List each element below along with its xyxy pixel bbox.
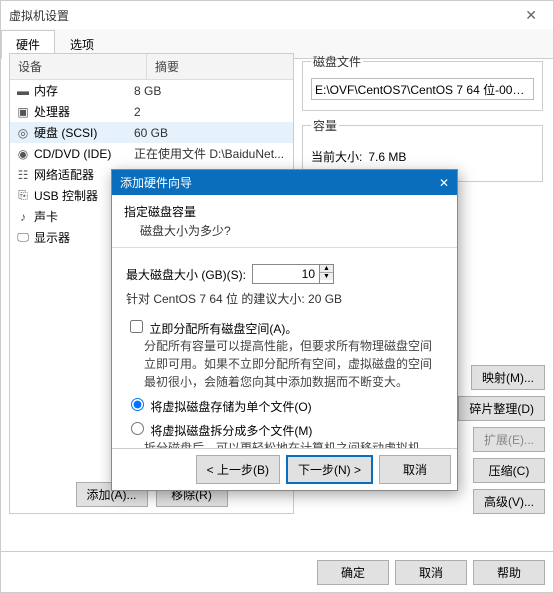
store-split-radio[interactable]: 将虚拟磁盘拆分成多个文件(M) bbox=[126, 424, 312, 438]
current-size-value: 7.6 MB bbox=[368, 150, 406, 164]
wizard-next-button[interactable]: 下一步(N) > bbox=[286, 455, 373, 484]
bottom-bar: 确定 取消 帮助 bbox=[1, 551, 553, 592]
store-split-input[interactable] bbox=[131, 422, 144, 435]
device-icon: ⎘ bbox=[16, 188, 30, 203]
wizard-question: 磁盘大小为多少? bbox=[124, 220, 445, 245]
wizard-title: 添加硬件向导 bbox=[120, 174, 192, 191]
store-single-radio[interactable]: 将虚拟磁盘存储为单个文件(O) bbox=[126, 400, 312, 414]
store-single-label: 将虚拟磁盘存储为单个文件(O) bbox=[150, 400, 311, 414]
group-disk-file-legend: 磁盘文件 bbox=[311, 53, 363, 70]
wizard-back-button[interactable]: < 上一步(B) bbox=[196, 455, 280, 484]
device-row[interactable]: ▬ 内存8 GB bbox=[10, 80, 293, 101]
max-size-label: 最大磁盘大小 (GB)(S): bbox=[126, 266, 246, 283]
max-size-input[interactable] bbox=[253, 265, 319, 283]
device-summary: 8 GB bbox=[134, 84, 287, 98]
device-summary: 60 GB bbox=[134, 126, 287, 140]
device-icon: ▣ bbox=[16, 105, 30, 119]
col-device: 设备 bbox=[10, 54, 147, 79]
device-icon: ▬ bbox=[16, 84, 30, 98]
device-row[interactable]: ◉ CD/DVD (IDE)正在使用文件 D:\BaiduNet... bbox=[10, 143, 293, 164]
add-hardware-wizard: 添加硬件向导 ✕ 指定磁盘容量 磁盘大小为多少? 最大磁盘大小 (GB)(S):… bbox=[111, 169, 458, 491]
device-icon: 🖵 bbox=[16, 230, 30, 245]
expand-button: 扩展(E)... bbox=[473, 427, 545, 452]
allocate-now-label: 立即分配所有磁盘空间(A)。 bbox=[149, 322, 297, 336]
map-button[interactable]: 映射(M)... bbox=[471, 365, 545, 390]
settings-window: 虚拟机设置 ✕ 硬件 选项 设备 摘要 ▬内存8 GB▣处理器2◎硬盘 (SCS… bbox=[0, 0, 554, 593]
device-row[interactable]: ◎ 硬盘 (SCSI)60 GB bbox=[10, 122, 293, 143]
spin-up-icon[interactable]: ▲ bbox=[320, 265, 333, 273]
window-title: 虚拟机设置 bbox=[9, 7, 69, 24]
group-capacity-legend: 容量 bbox=[311, 117, 339, 134]
max-size-spinner[interactable]: ▲ ▼ bbox=[252, 264, 334, 284]
device-name: 内存 bbox=[34, 82, 134, 99]
device-icon: ♪ bbox=[16, 210, 30, 224]
wizard-cancel-button[interactable]: 取消 bbox=[379, 455, 451, 484]
advanced-button[interactable]: 高级(V)... bbox=[473, 489, 545, 514]
device-name: 处理器 bbox=[34, 103, 134, 120]
store-single-input[interactable] bbox=[131, 398, 144, 411]
wizard-heading: 指定磁盘容量 bbox=[124, 203, 445, 220]
device-row[interactable]: ▣ 处理器2 bbox=[10, 101, 293, 122]
help-button[interactable]: 帮助 bbox=[473, 560, 545, 585]
wizard-close-icon[interactable]: ✕ bbox=[439, 176, 449, 190]
device-summary: 2 bbox=[134, 105, 287, 119]
recommended-size: 针对 CentOS 7 64 位 的建议大小: 20 GB bbox=[126, 290, 443, 307]
spin-down-icon[interactable]: ▼ bbox=[320, 273, 333, 280]
cancel-button[interactable]: 取消 bbox=[395, 560, 467, 585]
device-name: 硬盘 (SCSI) bbox=[34, 124, 134, 141]
defrag-button[interactable]: 碎片整理(D) bbox=[458, 396, 545, 421]
device-icon: ☷ bbox=[16, 168, 30, 182]
allocate-now-desc: 分配所有容量可以提高性能，但要求所有物理磁盘空间立即可用。如果不立即分配所有空间… bbox=[126, 337, 443, 391]
titlebar: 虚拟机设置 ✕ bbox=[1, 1, 553, 29]
device-icon: ◎ bbox=[16, 126, 30, 140]
device-icon: ◉ bbox=[16, 147, 30, 161]
group-disk-file: 磁盘文件 bbox=[302, 53, 543, 111]
disk-file-field[interactable] bbox=[311, 78, 534, 100]
allocate-now-checkbox[interactable]: 立即分配所有磁盘空间(A)。 bbox=[126, 322, 297, 336]
allocate-now-input[interactable] bbox=[130, 320, 143, 333]
store-split-label: 将虚拟磁盘拆分成多个文件(M) bbox=[150, 424, 312, 438]
compact-button[interactable]: 压缩(C) bbox=[473, 458, 545, 483]
ok-button[interactable]: 确定 bbox=[317, 560, 389, 585]
device-summary: 正在使用文件 D:\BaiduNet... bbox=[134, 145, 287, 162]
current-size-label: 当前大小: bbox=[311, 148, 362, 165]
col-summary: 摘要 bbox=[147, 54, 293, 79]
device-name: CD/DVD (IDE) bbox=[34, 147, 134, 161]
close-icon[interactable]: ✕ bbox=[517, 5, 545, 26]
